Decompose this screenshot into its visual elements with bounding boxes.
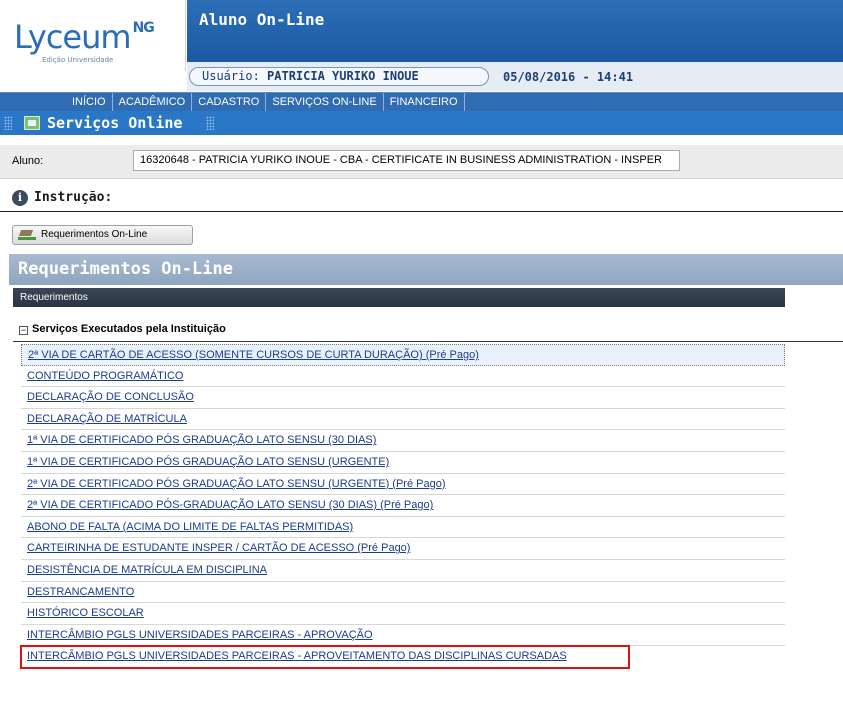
- list-item: INTERCÂMBIO PGLS UNIVERSIDADES PARCEIRAS…: [21, 625, 785, 647]
- list-item: CONTEÚDO PROGRAMÁTICO: [21, 366, 785, 388]
- instruction-title: Instrução:: [34, 190, 113, 205]
- list-item-highlighted: INTERCÂMBIO PGLS UNIVERSIDADES PARCEIRAS…: [20, 645, 630, 669]
- list-item-link[interactable]: 1ª VIA DE CERTIFICADO PÓS GRADUAÇÃO LATO…: [27, 456, 389, 468]
- requerimentos-title: Requerimentos On-Line: [18, 259, 233, 279]
- user-info: Usuário: PATRICIA YURIKO INOUE: [189, 67, 489, 86]
- list-item-link[interactable]: CARTEIRINHA DE ESTUDANTE INSPER / CARTÃO…: [27, 542, 410, 554]
- list-item-link[interactable]: INTERCÂMBIO PGLS UNIVERSIDADES PARCEIRAS…: [27, 650, 567, 662]
- list-item: HISTÓRICO ESCOLAR: [21, 603, 785, 625]
- list-item-link[interactable]: 2ª VIA DE CERTIFICADO PÓS-GRADUAÇÃO LATO…: [27, 499, 433, 511]
- aluno-select[interactable]: 16320648 - PATRICIA YURIKO INOUE - CBA -…: [133, 150, 680, 171]
- datetime: 05/08/2016 - 14:41: [503, 70, 634, 84]
- instruction-header: i Instrução:: [0, 186, 843, 212]
- logo: Lyceum NG: [14, 18, 155, 56]
- aluno-row: Aluno: 16320648 - PATRICIA YURIKO INOUE …: [0, 145, 843, 179]
- list-item-link[interactable]: DESTRANCAMENTO: [27, 586, 134, 598]
- list-item-link[interactable]: HISTÓRICO ESCOLAR: [27, 607, 144, 619]
- requerimentos-list: 2ª VIA DE CARTÃO DE ACESSO (SOMENTE CURS…: [20, 344, 785, 669]
- section-bar: Serviços Online: [0, 111, 843, 135]
- grip-icon: [206, 116, 214, 130]
- section-title: Serviços Online: [47, 114, 183, 132]
- logo-subtitle: Edição Universidade: [42, 56, 114, 64]
- list-item-link[interactable]: 2ª VIA DE CERTIFICADO PÓS GRADUAÇÃO LATO…: [27, 478, 446, 490]
- basket-icon: [18, 230, 36, 240]
- nav-item-inicio[interactable]: INÍCIO: [66, 93, 113, 112]
- list-item: 1ª VIA DE CERTIFICADO PÓS GRADUAÇÃO LATO…: [21, 430, 785, 452]
- list-item: DESTRANCAMENTO: [21, 582, 785, 604]
- list-item-link[interactable]: DECLARAÇÃO DE CONCLUSÃO: [27, 391, 194, 403]
- list-item-link[interactable]: 2ª VIA DE CARTÃO DE ACESSO (SOMENTE CURS…: [28, 349, 479, 361]
- list-item: DESISTÊNCIA DE MATRÍCULA EM DISCIPLINA: [21, 560, 785, 582]
- nav-item-academico[interactable]: ACADÊMICO: [113, 93, 193, 112]
- collapse-icon[interactable]: −: [19, 326, 28, 335]
- list-item: 2ª VIA DE CERTIFICADO PÓS GRADUAÇÃO LATO…: [21, 474, 785, 496]
- table-header: Requerimentos: [13, 288, 785, 307]
- grip-icon: [4, 116, 12, 130]
- header: Lyceum NG Edição Universidade Aluno On-Li…: [0, 0, 843, 92]
- user-strip: Usuário: PATRICIA YURIKO INOUE 05/08/201…: [187, 62, 843, 91]
- list-item-link[interactable]: ABONO DE FALTA (ACIMA DO LIMITE DE FALTA…: [27, 521, 353, 533]
- requerimentos-panel-header: Requerimentos On-Line: [9, 254, 843, 285]
- info-icon: i: [12, 190, 28, 206]
- list-item-link[interactable]: INTERCÂMBIO PGLS UNIVERSIDADES PARCEIRAS…: [27, 629, 373, 641]
- user-label: Usuário:: [202, 69, 260, 83]
- services-icon: [24, 116, 40, 130]
- list-item: CARTEIRINHA DE ESTUDANTE INSPER / CARTÃO…: [21, 538, 785, 560]
- list-item-link[interactable]: DECLARAÇÃO DE MATRÍCULA: [27, 413, 187, 425]
- list-item: 1ª VIA DE CERTIFICADO PÓS GRADUAÇÃO LATO…: [21, 452, 785, 474]
- group-row[interactable]: − Serviços Executados pela Instituição: [13, 318, 843, 342]
- list-item: DECLARAÇÃO DE CONCLUSÃO: [21, 387, 785, 409]
- user-name: PATRICIA YURIKO INOUE: [267, 69, 419, 83]
- list-item-link[interactable]: 1ª VIA DE CERTIFICADO PÓS GRADUAÇÃO LATO…: [27, 434, 376, 446]
- logo-area: Lyceum NG Edição Universidade: [0, 0, 186, 71]
- requerimentos-online-button[interactable]: Requerimentos On-Line: [12, 225, 193, 245]
- list-item: 2ª VIA DE CERTIFICADO PÓS-GRADUAÇÃO LATO…: [21, 495, 785, 517]
- list-item-link[interactable]: CONTEÚDO PROGRAMÁTICO: [27, 370, 183, 382]
- main-nav: INÍCIO ACADÊMICO CADASTRO SERVIÇOS ON-LI…: [0, 92, 843, 112]
- list-item: DECLARAÇÃO DE MATRÍCULA: [21, 409, 785, 431]
- app-title: Aluno On-Line: [199, 10, 325, 29]
- nav-item-servicos-online[interactable]: SERVIÇOS ON-LINE: [266, 93, 384, 112]
- list-item: 2ª VIA DE CARTÃO DE ACESSO (SOMENTE CURS…: [21, 344, 785, 366]
- list-item: ABONO DE FALTA (ACIMA DO LIMITE DE FALTA…: [21, 517, 785, 539]
- requerimentos-online-button-label: Requerimentos On-Line: [41, 229, 148, 240]
- title-bar: Aluno On-Line: [187, 0, 843, 62]
- aluno-label: Aluno:: [12, 155, 44, 167]
- list-item-link[interactable]: DESISTÊNCIA DE MATRÍCULA EM DISCIPLINA: [27, 564, 267, 576]
- group-title: Serviços Executados pela Instituição: [32, 323, 226, 335]
- nav-item-financeiro[interactable]: FINANCEIRO: [384, 93, 465, 112]
- nav-item-cadastro[interactable]: CADASTRO: [192, 93, 267, 112]
